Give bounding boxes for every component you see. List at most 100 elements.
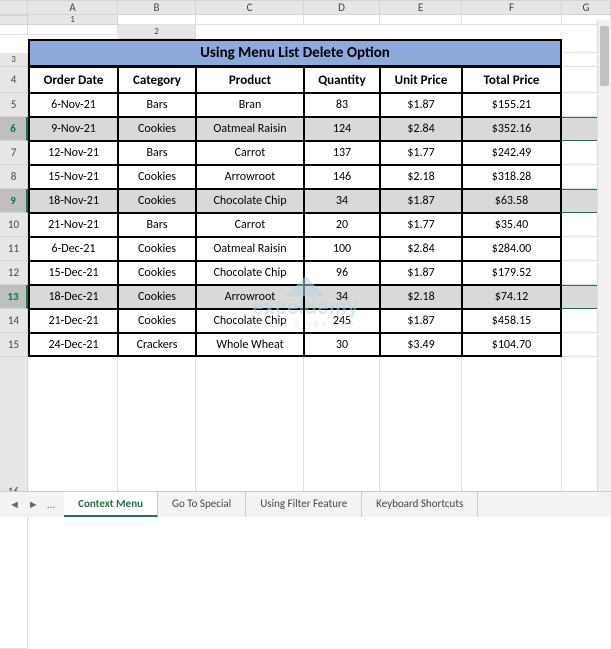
- table-cell[interactable]: $284.00: [462, 237, 562, 261]
- col-header-extra[interactable]: [0, 15, 28, 25]
- row-header-16[interactable]: 16: [0, 357, 28, 503]
- row-header-5[interactable]: 5: [0, 93, 28, 117]
- table-cell[interactable]: Oatmeal Raisin: [196, 117, 304, 141]
- table-cell[interactable]: 146: [304, 165, 380, 189]
- table-cell[interactable]: Cookies: [118, 117, 196, 141]
- table-cell[interactable]: 124: [304, 117, 380, 141]
- table-cell[interactable]: $318.28: [462, 165, 562, 189]
- table-cell[interactable]: $3.49: [380, 333, 462, 357]
- row-header-11[interactable]: 11: [0, 237, 28, 261]
- row-header-15[interactable]: 15: [0, 333, 28, 357]
- table-cell[interactable]: 18-Dec-21: [28, 285, 118, 309]
- sheet-tab-1[interactable]: Go To Special: [158, 492, 246, 517]
- row-header-7[interactable]: 7: [0, 141, 28, 165]
- cell-empty[interactable]: [380, 15, 462, 25]
- table-cell[interactable]: $1.77: [380, 141, 462, 165]
- table-cell[interactable]: Cookies: [118, 309, 196, 333]
- cell-empty[interactable]: [304, 15, 380, 25]
- table-cell[interactable]: Bran: [196, 93, 304, 117]
- table-cell[interactable]: Bars: [118, 141, 196, 165]
- row-header-6[interactable]: 6: [0, 117, 28, 141]
- table-cell[interactable]: 83: [304, 93, 380, 117]
- table-cell[interactable]: $74.12: [462, 285, 562, 309]
- table-cell[interactable]: 15-Nov-21: [28, 165, 118, 189]
- table-cell[interactable]: 34: [304, 189, 380, 213]
- tab-nav-next-icon[interactable]: ►: [25, 496, 42, 513]
- table-cell[interactable]: Cookies: [118, 261, 196, 285]
- table-cell[interactable]: 15-Dec-21: [28, 261, 118, 285]
- table-cell[interactable]: Cookies: [118, 189, 196, 213]
- table-cell[interactable]: Oatmeal Raisin: [196, 237, 304, 261]
- row-header-10[interactable]: 10: [0, 213, 28, 237]
- table-cell[interactable]: Chocolate Chip: [196, 309, 304, 333]
- table-cell[interactable]: Carrot: [196, 213, 304, 237]
- row-header-12[interactable]: 12: [0, 261, 28, 285]
- table-cell[interactable]: Arrowroot: [196, 165, 304, 189]
- row-header-2[interactable]: 2: [118, 25, 196, 39]
- row-header-13[interactable]: 13: [0, 285, 28, 309]
- table-cell[interactable]: 9-Nov-21: [28, 117, 118, 141]
- table-cell[interactable]: $352.16: [462, 117, 562, 141]
- col-header-D[interactable]: D: [304, 0, 380, 15]
- tab-nav-prev-icon[interactable]: ◄: [6, 496, 23, 513]
- table-cell[interactable]: Cookies: [118, 237, 196, 261]
- table-cell[interactable]: $104.70: [462, 333, 562, 357]
- table-cell[interactable]: Cookies: [118, 165, 196, 189]
- table-cell[interactable]: 12-Nov-21: [28, 141, 118, 165]
- table-cell[interactable]: 21-Nov-21: [28, 213, 118, 237]
- cell-empty[interactable]: [0, 25, 28, 35]
- table-cell[interactable]: Chocolate Chip: [196, 261, 304, 285]
- table-cell[interactable]: Cookies: [118, 285, 196, 309]
- row-header-9[interactable]: 9: [0, 189, 28, 213]
- cell-empty[interactable]: [462, 15, 562, 25]
- table-cell[interactable]: Whole Wheat: [196, 333, 304, 357]
- table-cell[interactable]: $1.87: [380, 309, 462, 333]
- scrollbar-thumb[interactable]: [600, 26, 609, 86]
- vertical-scrollbar[interactable]: [597, 20, 611, 491]
- table-cell[interactable]: 6-Nov-21: [28, 93, 118, 117]
- table-cell[interactable]: $2.84: [380, 237, 462, 261]
- table-cell[interactable]: $1.87: [380, 261, 462, 285]
- table-cell[interactable]: 24-Dec-21: [28, 333, 118, 357]
- col-header-G[interactable]: G: [562, 0, 611, 15]
- sheet-tab-2[interactable]: Using Filter Feature: [246, 492, 362, 517]
- table-cell[interactable]: 18-Nov-21: [28, 189, 118, 213]
- table-cell[interactable]: $2.84: [380, 117, 462, 141]
- select-all-corner[interactable]: [0, 0, 28, 15]
- table-cell[interactable]: 100: [304, 237, 380, 261]
- cell-empty[interactable]: [304, 357, 380, 503]
- row-header-14[interactable]: 14: [0, 309, 28, 333]
- table-cell[interactable]: 137: [304, 141, 380, 165]
- row-header-8[interactable]: 8: [0, 165, 28, 189]
- table-cell[interactable]: 96: [304, 261, 380, 285]
- row-header-4[interactable]: 4: [0, 67, 28, 93]
- table-cell[interactable]: Chocolate Chip: [196, 189, 304, 213]
- table-cell[interactable]: Bars: [118, 213, 196, 237]
- col-header-A[interactable]: A: [28, 0, 118, 15]
- col-header-F[interactable]: F: [462, 0, 562, 15]
- table-cell[interactable]: $1.87: [380, 189, 462, 213]
- table-cell[interactable]: $63.58: [462, 189, 562, 213]
- table-cell[interactable]: 245: [304, 309, 380, 333]
- table-cell[interactable]: $242.49: [462, 141, 562, 165]
- table-cell[interactable]: 6-Dec-21: [28, 237, 118, 261]
- table-cell[interactable]: 20: [304, 213, 380, 237]
- sheet-tab-3[interactable]: Keyboard Shortcuts: [362, 492, 478, 517]
- table-cell[interactable]: $1.77: [380, 213, 462, 237]
- cell-empty[interactable]: [28, 357, 118, 503]
- table-cell[interactable]: $155.21: [462, 93, 562, 117]
- row-header-1[interactable]: 1: [28, 15, 118, 25]
- col-header-C[interactable]: C: [196, 0, 304, 15]
- table-cell[interactable]: 34: [304, 285, 380, 309]
- cell-empty[interactable]: [380, 357, 462, 503]
- cell-empty[interactable]: [196, 15, 304, 25]
- sheet-tab-0[interactable]: Context Menu: [64, 492, 158, 517]
- row-header-3[interactable]: 3: [0, 53, 28, 67]
- cell-empty[interactable]: [118, 357, 196, 503]
- cell-empty[interactable]: [118, 15, 196, 25]
- cell-empty[interactable]: [196, 357, 304, 503]
- table-cell[interactable]: $2.18: [380, 285, 462, 309]
- table-cell[interactable]: Arrowroot: [196, 285, 304, 309]
- table-cell[interactable]: $458.15: [462, 309, 562, 333]
- table-cell[interactable]: 30: [304, 333, 380, 357]
